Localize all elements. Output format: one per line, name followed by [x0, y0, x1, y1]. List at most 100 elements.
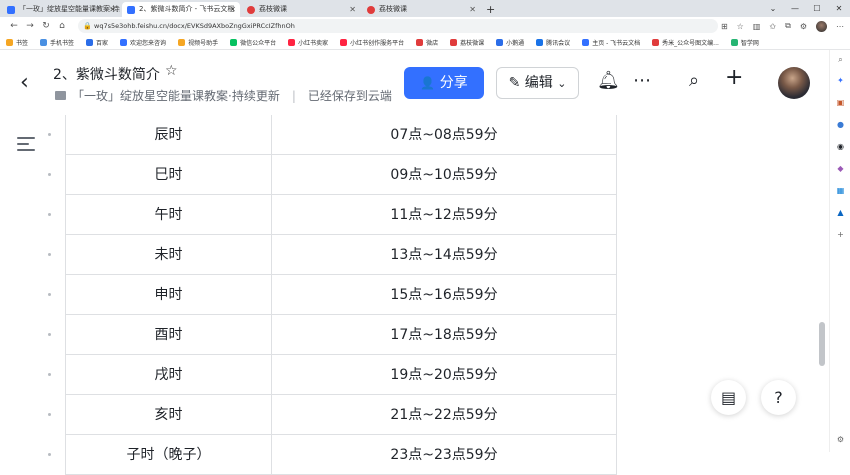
- extensions-icon[interactable]: ⚙: [800, 22, 807, 31]
- bookmark-favicon-icon: [178, 38, 186, 46]
- close-tab-icon[interactable]: ✕: [109, 2, 116, 17]
- outline-toggle-icon[interactable]: [17, 137, 35, 155]
- time-range-cell[interactable]: 07点~08点59分: [272, 115, 616, 154]
- back-nav-icon[interactable]: ←: [6, 21, 22, 31]
- time-range-cell[interactable]: 11点~12点59分: [272, 195, 616, 234]
- new-tab-button[interactable]: +: [486, 2, 495, 17]
- shichen-name-cell[interactable]: 子时（晚子）: [66, 435, 272, 474]
- forward-nav-icon[interactable]: →: [22, 21, 38, 31]
- shichen-name-cell[interactable]: 辰时: [66, 115, 272, 154]
- sidebar-settings-icon[interactable]: ⚙: [835, 434, 846, 445]
- user-avatar[interactable]: [778, 67, 810, 99]
- bookmark-item[interactable]: 书签: [6, 38, 28, 47]
- bookmark-star-icon[interactable]: ☆: [737, 22, 744, 31]
- bookmark-item[interactable]: 小鹅通: [496, 38, 524, 47]
- close-tab-icon[interactable]: ✕: [469, 2, 476, 17]
- bookmark-item[interactable]: 腾讯会议: [536, 38, 570, 47]
- bookmark-label: 腾讯会议: [546, 39, 571, 47]
- block-handle-dot[interactable]: [48, 293, 51, 296]
- time-range-cell[interactable]: 15点~16点59分: [272, 275, 616, 314]
- search-icon[interactable]: ⌕: [835, 54, 846, 65]
- add-icon[interactable]: +: [725, 65, 743, 90]
- comment-icon[interactable]: ▤: [711, 380, 746, 415]
- minimize-icon[interactable]: —: [784, 0, 806, 17]
- breadcrumb: 「一玫」绽放星空能量课教案·持续更新 | 已经保存到云端: [55, 87, 392, 104]
- outlook-icon[interactable]: ▦: [835, 185, 846, 196]
- lizhi-favicon-icon: [247, 6, 255, 14]
- browser-tab-active[interactable]: 2、紫微斗数简介 - 飞书云文档 ✕: [122, 2, 240, 17]
- block-handle-dot[interactable]: [48, 413, 51, 416]
- block-handle-dot[interactable]: [48, 173, 51, 176]
- shichen-name-cell[interactable]: 申时: [66, 275, 272, 314]
- shichen-name-cell[interactable]: 巳时: [66, 155, 272, 194]
- bookmark-item[interactable]: 微信公众平台: [230, 38, 276, 47]
- share-button[interactable]: 👤 分享: [404, 67, 484, 99]
- bookmark-item[interactable]: 小红书卖家: [288, 38, 328, 47]
- shichen-name-cell[interactable]: 戌时: [66, 355, 272, 394]
- scrollbar-thumb[interactable]: [819, 322, 825, 366]
- block-handle-dot[interactable]: [48, 253, 51, 256]
- more-menu-icon[interactable]: ⋯: [836, 22, 844, 31]
- feishu-favicon-icon: [127, 6, 135, 14]
- block-handle-dot[interactable]: [48, 213, 51, 216]
- close-tab-icon[interactable]: ✕: [229, 2, 236, 17]
- install-app-icon[interactable]: ⊞: [721, 22, 728, 31]
- breadcrumb-link[interactable]: 「一玫」绽放星空能量课教案·持续更新: [72, 87, 280, 104]
- block-handle-dot[interactable]: [48, 133, 51, 136]
- block-handle-dot[interactable]: [48, 373, 51, 376]
- home-icon[interactable]: ⌂: [54, 21, 70, 31]
- notification-bell-icon[interactable]: 🔔︎: [597, 70, 620, 91]
- url-field[interactable]: 🔒 wq7s5e3ohb.feishu.cn/docx/EVKSd9AXboZn…: [78, 19, 718, 33]
- shichen-name-cell[interactable]: 酉时: [66, 315, 272, 354]
- bookmark-item[interactable]: 小红书创作服务平台: [340, 38, 404, 47]
- close-tab-icon[interactable]: ✕: [349, 2, 356, 17]
- time-range-cell[interactable]: 13点~14点59分: [272, 235, 616, 274]
- bookmark-item[interactable]: 智学网: [730, 38, 759, 47]
- block-handle-dot[interactable]: [48, 333, 51, 336]
- edit-button[interactable]: ✎ 编辑 ⌄: [496, 67, 579, 99]
- bookmark-item[interactable]: 视频号助手: [178, 38, 218, 47]
- drive-icon[interactable]: ▲: [835, 207, 846, 218]
- back-arrow-icon[interactable]: ‹: [20, 70, 29, 95]
- browser-tab[interactable]: 荔枝微课 ✕: [362, 2, 480, 17]
- compass-icon[interactable]: ◉: [835, 141, 846, 152]
- bookmark-item[interactable]: 欢迎您来咨询: [120, 38, 166, 47]
- profile-avatar[interactable]: [816, 20, 827, 32]
- collections-icon[interactable]: ⧉: [785, 21, 791, 31]
- bookmark-item[interactable]: 微店: [416, 38, 438, 47]
- sparkle-icon[interactable]: ✦: [835, 75, 846, 86]
- bookmark-item[interactable]: 主页 - 飞书云文档: [582, 38, 640, 47]
- person-icon[interactable]: ●: [835, 119, 846, 130]
- search-icon[interactable]: ⌕: [689, 70, 699, 91]
- bookmark-label: 微信公众平台: [240, 39, 277, 47]
- shichen-name-cell[interactable]: 午时: [66, 195, 272, 234]
- time-range-cell[interactable]: 17点~18点59分: [272, 315, 616, 354]
- bookmark-item[interactable]: 手机书签: [40, 38, 74, 47]
- tab-search-icon[interactable]: ⌄: [762, 0, 784, 17]
- bookmark-item[interactable]: 秀米_公众号图文编...: [652, 38, 719, 47]
- browser-sidebar: ⌕ ✦ ▣ ● ◉ ◆ ▦ ▲ + ⚙: [829, 50, 850, 452]
- favorites-icon[interactable]: ✩: [769, 22, 776, 31]
- bookmark-item[interactable]: 荔枝微课: [450, 38, 484, 47]
- browser-tab[interactable]: 「一玫」绽放星空能量课教案·持续 ✕: [2, 2, 120, 17]
- time-range-cell[interactable]: 19点~20点59分: [272, 355, 616, 394]
- briefcase-icon[interactable]: ▣: [835, 97, 846, 108]
- block-handle-dot[interactable]: [48, 453, 51, 456]
- add-icon[interactable]: +: [835, 229, 846, 240]
- shichen-name-cell[interactable]: 亥时: [66, 395, 272, 434]
- reload-icon[interactable]: ↻: [38, 21, 54, 31]
- browser-tab[interactable]: 荔枝微课 ✕: [242, 2, 360, 17]
- close-window-icon[interactable]: ✕: [828, 0, 850, 17]
- maximize-icon[interactable]: ☐: [806, 0, 828, 17]
- shichen-name-cell[interactable]: 未时: [66, 235, 272, 274]
- split-screen-icon[interactable]: ▥: [753, 22, 761, 31]
- bookmark-item[interactable]: 百家: [86, 38, 108, 47]
- time-range-cell[interactable]: 09点~10点59分: [272, 155, 616, 194]
- games-icon[interactable]: ◆: [835, 163, 846, 174]
- favorite-star-icon[interactable]: ☆: [165, 63, 178, 79]
- help-icon[interactable]: ?: [761, 380, 796, 415]
- bookmark-label: 秀米_公众号图文编...: [662, 39, 719, 47]
- more-options-icon[interactable]: ⋯: [633, 70, 651, 91]
- time-range-cell[interactable]: 21点~22点59分: [272, 395, 616, 434]
- time-range-cell[interactable]: 23点~23点59分: [272, 435, 616, 474]
